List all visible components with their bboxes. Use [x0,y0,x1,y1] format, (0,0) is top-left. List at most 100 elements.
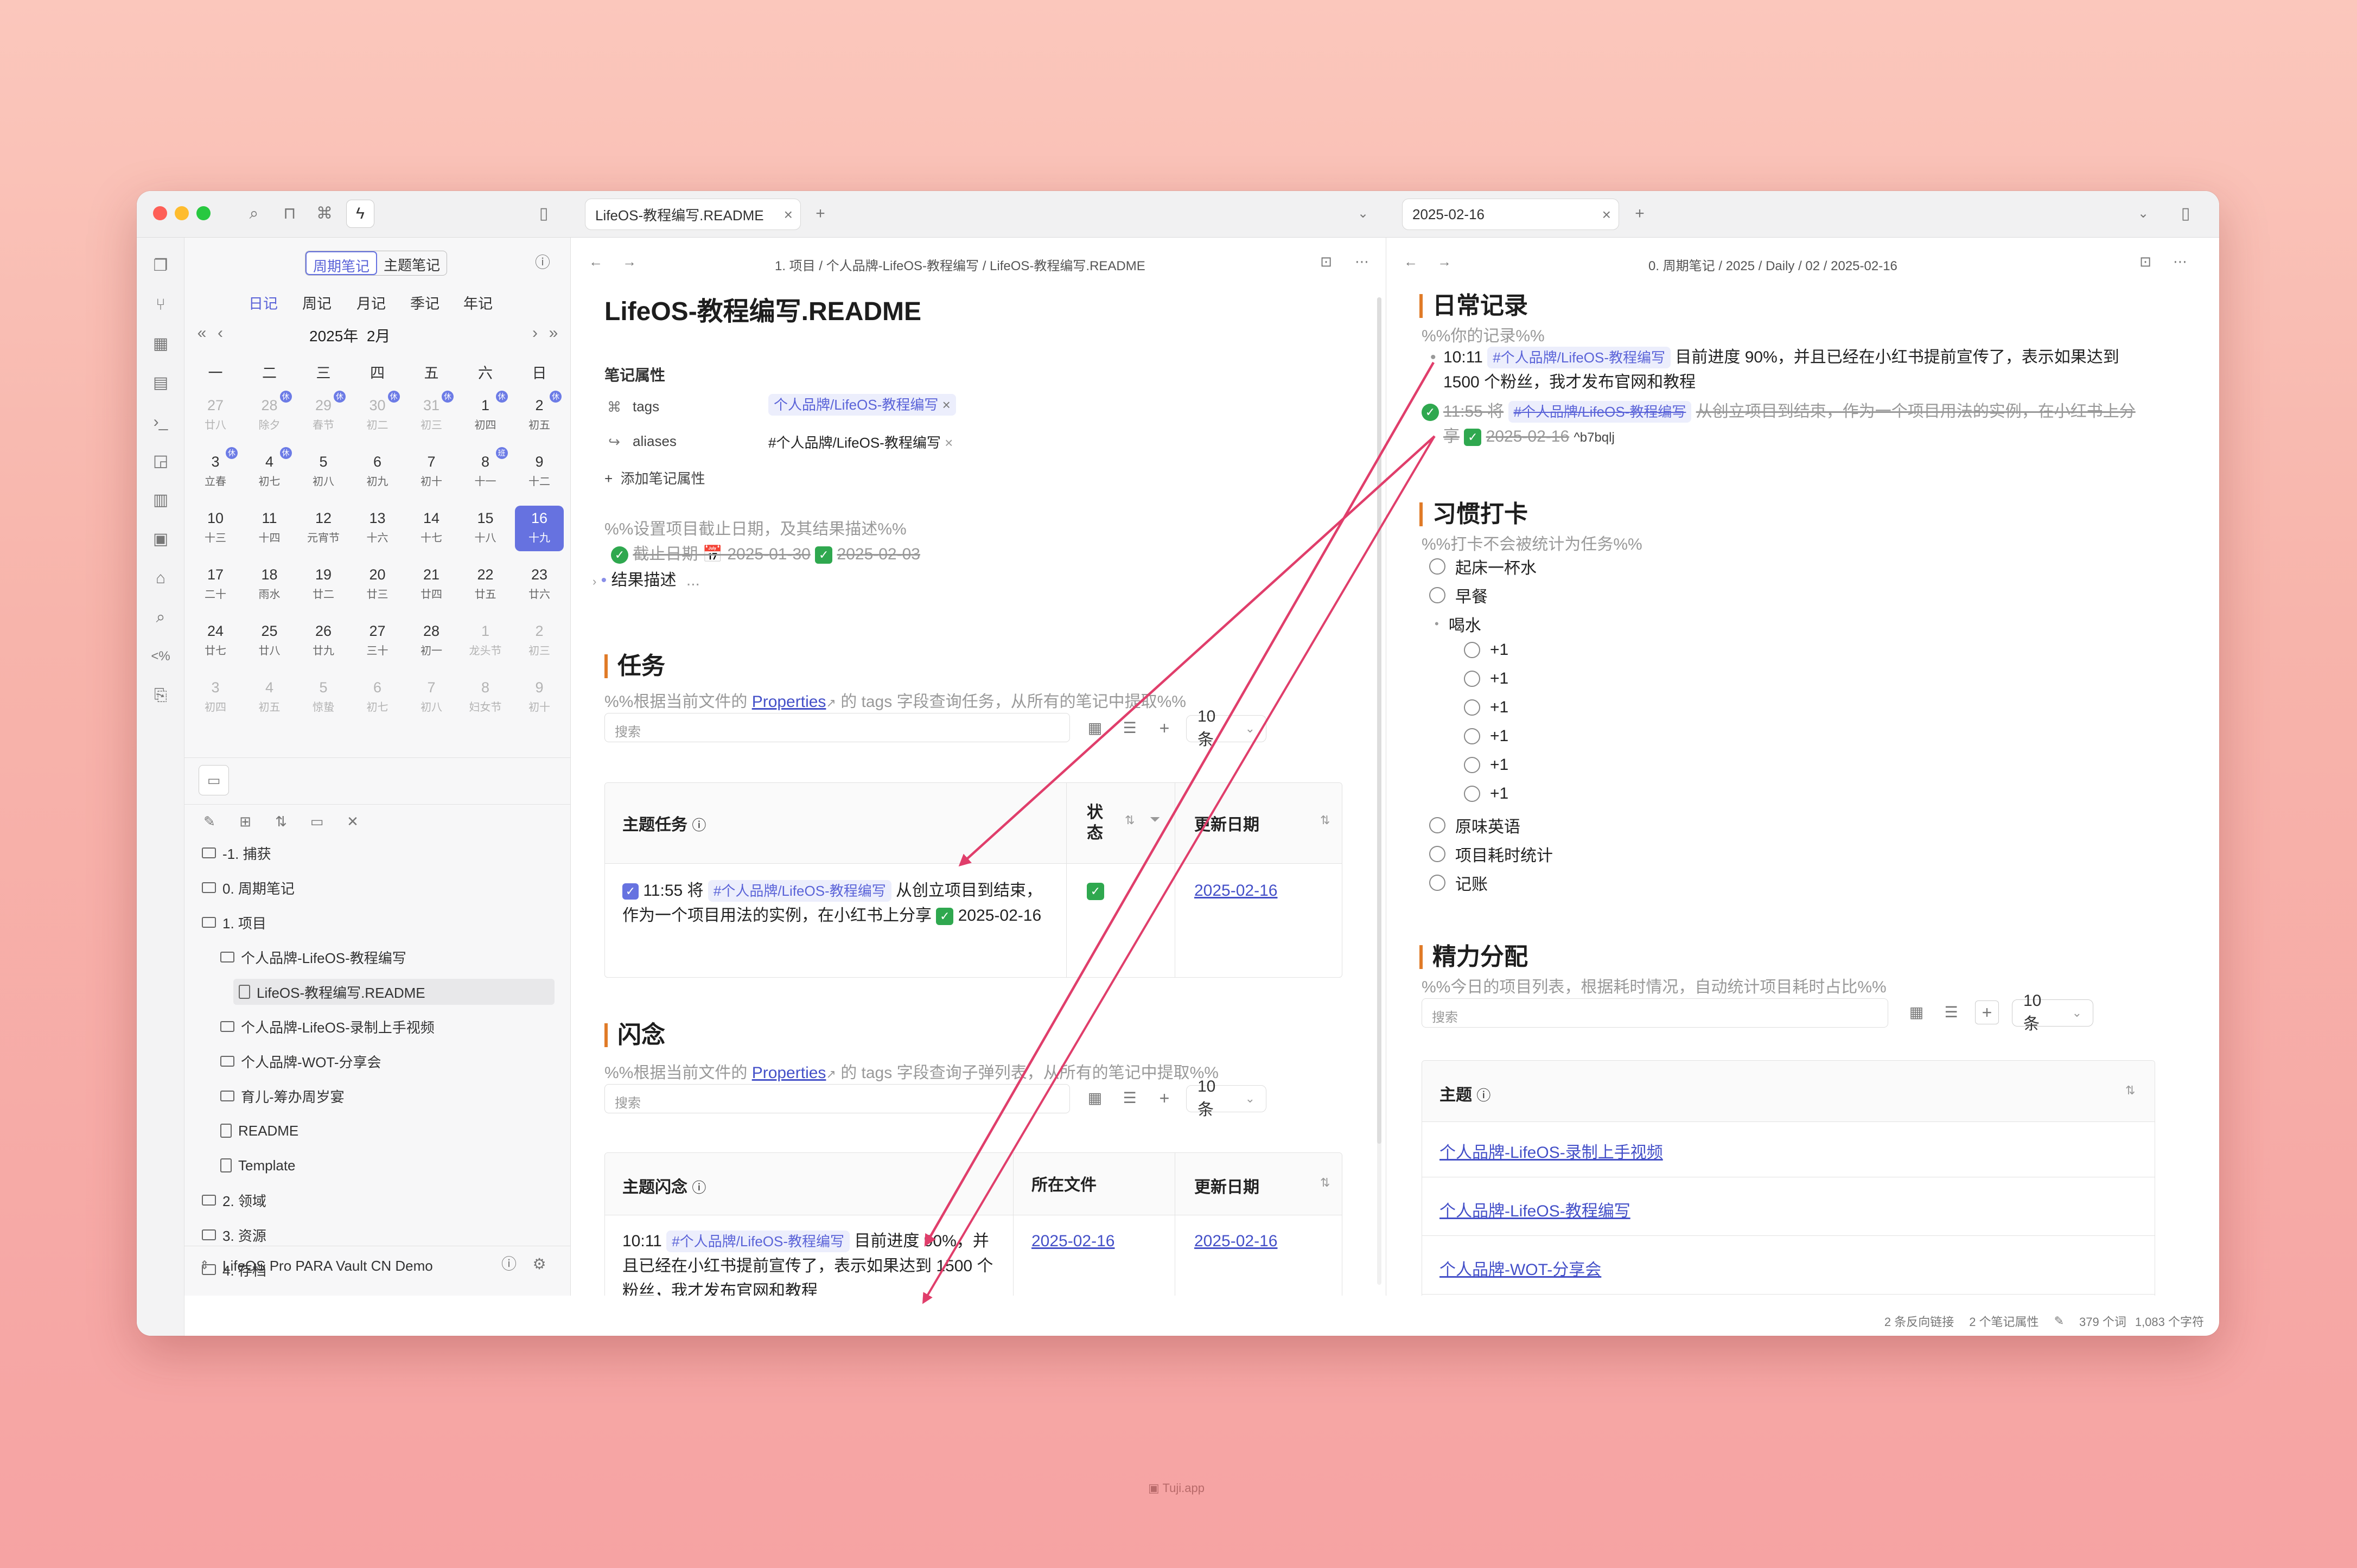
calendar-day[interactable]: 9 初十 [515,675,564,721]
breadcrumb[interactable]: 0. 周期笔记 / 2025 / Daily / 02 / 2025-02-16 [1648,255,1897,274]
files-icon[interactable]: ❐ [149,254,173,278]
calendar-day[interactable]: 7 初十 [407,449,456,495]
more-options-icon[interactable]: ⋯ [1352,252,1372,271]
tree-folder[interactable]: 1. 项目 [202,909,266,935]
period-tab[interactable]: 季记 [410,292,439,313]
energy-row-link[interactable]: 个人品牌-LifeOS-教程编写 [1439,1197,1630,1221]
search-icon[interactable]: ⌕ [243,203,265,225]
calendar-day[interactable]: 1 龙头节 [461,619,510,664]
calendar-day[interactable]: 24 廿七 [191,619,240,664]
water-item[interactable]: +1 [1464,727,1508,745]
layout-icon[interactable]: ▥ [149,488,173,512]
scrollbar[interactable] [1377,297,1381,1285]
tree-folder[interactable]: 3. 资源 [202,1222,266,1248]
idea-row-content[interactable]: 10:11 #个人品牌/LifeOS-教程编写 目前进度 90%，并且已经在小红… [622,1229,1002,1296]
calendar-day[interactable]: 8 十一班 [461,447,510,495]
task-row-content[interactable]: ✓ 11:55 将 #个人品牌/LifeOS-教程编写 从创立项目到结束，作为一… [622,878,1056,928]
calendar-day[interactable]: 14 十七 [407,506,456,551]
list-view-icon[interactable]: ☰ [1119,1087,1141,1109]
habit-water-group[interactable]: • 喝水 [1435,612,1481,636]
habit-checkbox[interactable] [1464,757,1480,773]
habit-checkbox[interactable] [1464,786,1480,802]
help-icon[interactable]: ⓘ [532,252,553,273]
note-title[interactable]: LifeOS-教程编写.README [604,290,921,328]
add-property-button[interactable]: + 添加笔记属性 [604,468,705,488]
prev-year-icon[interactable]: « [192,323,212,343]
result-bullet[interactable]: › • 结果描述 ... [593,566,700,590]
settings-gear-icon[interactable]: ⚙ [528,1253,550,1275]
calendar-day[interactable]: 26 廿九 [299,619,348,664]
idea-updated-link[interactable]: 2025-02-16 [1194,1232,1277,1251]
maximize-window-button[interactable] [196,206,211,220]
done-check-icon[interactable]: ✓ [611,546,628,564]
period-tab[interactable]: 日记 [249,292,278,313]
collapse-all-icon[interactable]: ✕ [342,811,364,832]
water-item[interactable]: +1 [1464,670,1508,688]
calendar-day[interactable]: 9 十二 [515,449,564,495]
graph-icon[interactable]: ⑂ [149,293,173,317]
habit-item[interactable]: 项目耗时统计 [1429,842,1553,866]
minimize-window-button[interactable] [175,206,189,220]
tree-folder[interactable]: 0. 周期笔记 [202,875,295,901]
properties-count[interactable]: 2 个笔记属性 [1969,1312,2039,1330]
daily-entry-2[interactable]: ✓ 11:55 将 #个人品牌/LifeOS-教程编写 从创立项目到结束，作为一… [1422,399,2149,450]
water-item[interactable]: +1 [1464,641,1508,659]
sort-icon[interactable]: ⇅ [270,811,292,832]
calendar-day[interactable]: 20 廿三 [353,562,402,608]
habit-checkbox[interactable] [1429,875,1445,891]
habit-checkbox[interactable] [1464,699,1480,716]
topic-notes-toggle[interactable]: 主题笔记 [377,251,447,275]
forward-arrow-icon[interactable]: → [620,252,639,271]
calendar-day[interactable]: 4 初五 [245,675,294,721]
col-header-status[interactable]: 状 态 [1087,802,1109,844]
habit-checkbox[interactable] [1429,817,1445,833]
calendar-day[interactable]: 2 初三 [515,619,564,664]
idea-file-link[interactable]: 2025-02-16 [1031,1232,1114,1251]
sort-icon[interactable]: ⇅ [2125,1083,2135,1098]
backlinks-count[interactable]: 2 条反向链接 [1884,1312,1954,1330]
new-tab-icon[interactable]: + [810,203,831,225]
back-arrow-icon[interactable]: ← [1401,252,1420,271]
habit-checkbox[interactable] [1464,642,1480,658]
tab-list-chevron-icon[interactable]: ⌄ [2132,203,2154,225]
add-icon[interactable]: + [1154,717,1175,739]
search-icon[interactable]: ⌕ [149,605,173,629]
tree-folder[interactable]: 个人品牌-WOT-分享会 [220,1048,381,1074]
task-updated-link[interactable]: 2025-02-16 [1194,882,1277,900]
calendar-day[interactable]: 17 二十 [191,562,240,608]
task-checkbox[interactable]: ✓ [622,883,639,900]
canvas-icon[interactable]: ▦ [149,332,173,356]
water-item[interactable]: +1 [1464,785,1508,803]
more-options-icon[interactable]: ⋯ [2170,252,2190,271]
energy-row-link[interactable]: 个人品牌-WOT-分享会 [1439,1256,1601,1280]
sort-icon[interactable]: ⇅ [1320,813,1330,827]
tasks-count-select[interactable]: 10 条 ⌄ [1186,707,1266,749]
code-comment-icon[interactable]: <% [149,645,173,668]
habit-checkbox[interactable] [1429,587,1445,603]
col-header-topic[interactable]: 主题 ⓘ [1439,1081,1490,1105]
habit-item[interactable]: 记账 [1429,871,1488,895]
habit-checkbox[interactable] [1464,728,1480,744]
next-year-icon[interactable]: » [544,323,563,343]
prop-value-tags[interactable]: 个人品牌/LifeOS-教程编写 × [768,394,956,416]
calendar-day[interactable]: 28 除夕休 [245,391,294,438]
table-view-icon[interactable]: ▦ [1084,717,1106,739]
col-header-task[interactable]: 主题任务 ⓘ [622,811,706,835]
vault-name[interactable]: LifeOS Pro PARA Vault CN Demo [222,1258,433,1274]
tree-folder[interactable]: 个人品牌-LifeOS-教程编写 [220,944,406,970]
calendar-day[interactable]: 6 初七 [353,675,402,721]
export-icon[interactable]: ⎘ [149,684,173,707]
auto-reveal-icon[interactable]: ▭ [306,811,328,832]
tab-close-icon[interactable]: × [784,206,793,224]
calendar-day[interactable]: 2 初五休 [515,391,564,438]
period-tab[interactable]: 月记 [356,292,386,313]
home-icon[interactable]: ⌂ [149,566,173,590]
tab-right-note[interactable]: 2025-02-16 × [1402,199,1619,230]
tree-folder[interactable]: -1. 捕获 [202,840,271,866]
col-header-updated[interactable]: 更新日期 [1194,811,1259,835]
calendar-day[interactable]: 6 初九 [353,449,402,495]
tree-folder[interactable]: 2. 领域 [202,1187,266,1213]
sidebar-toggle-icon[interactable]: ▯ [533,203,555,225]
calendar-day[interactable]: 10 十三 [191,506,240,551]
calendar-day[interactable]: 31 初三休 [407,391,456,438]
